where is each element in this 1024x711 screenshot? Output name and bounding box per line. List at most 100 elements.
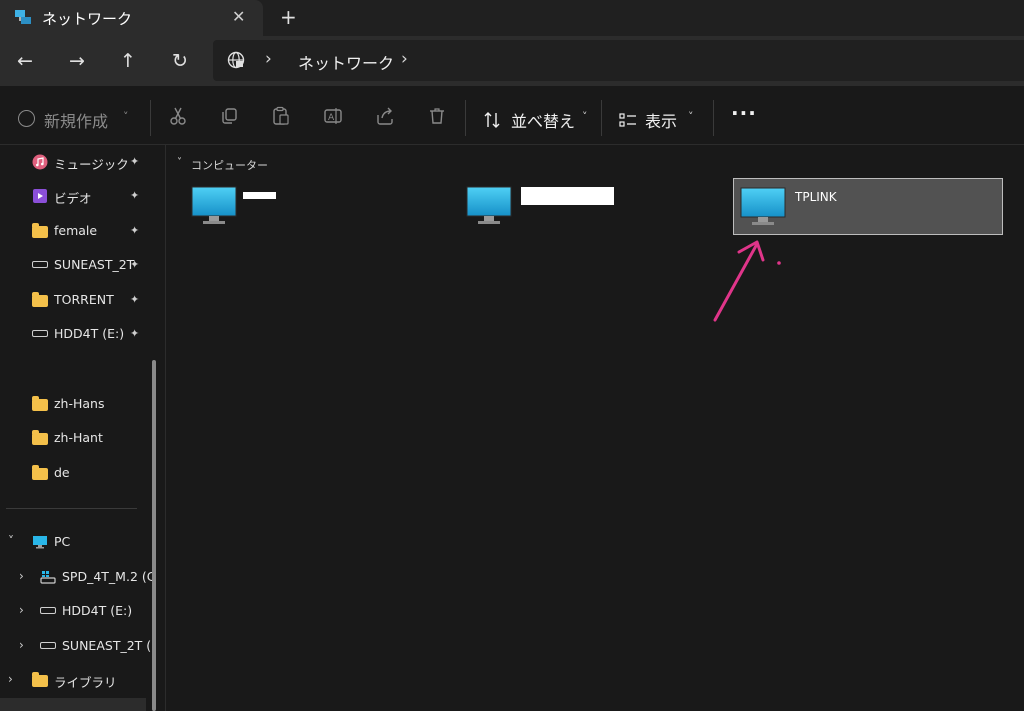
share-icon[interactable] — [375, 106, 395, 126]
sidebar-item-hdd4t-tree[interactable]: › HDD4T (E:) — [0, 596, 150, 626]
pin-icon: ✦ — [130, 224, 140, 237]
sidebar-item-label: ビデオ — [54, 191, 92, 206]
sidebar-item-torrent[interactable]: TORRENT ✦ — [0, 285, 150, 315]
sidebar-item-label: PC — [54, 534, 71, 549]
chevron-right-icon[interactable]: › — [19, 638, 24, 652]
divider — [6, 508, 137, 509]
globe-icon — [227, 51, 245, 69]
network-icon — [15, 10, 31, 24]
pin-icon: ✦ — [130, 293, 140, 306]
sidebar-item-label: SPD_4T_M.2 (C — [62, 569, 156, 584]
group-header-computers[interactable]: コンピューター — [191, 157, 268, 173]
sidebar-item-label: ミュージック — [54, 157, 129, 172]
sidebar-item-network-selected[interactable] — [0, 698, 146, 711]
command-bar: 新規作成 ˅ A 並べ替え ˅ 表示 ˅ ··· — [0, 86, 1024, 145]
sidebar-item-female[interactable]: female ✦ — [0, 216, 150, 246]
sidebar-item-label: zh-Hant — [54, 430, 103, 445]
divider — [601, 100, 602, 136]
network-computer-item[interactable] — [442, 178, 712, 235]
chevron-right-icon[interactable]: › — [19, 569, 24, 583]
folder-icon — [32, 430, 48, 445]
sidebar-item-de[interactable]: de — [0, 458, 150, 488]
sidebar-item-suneast[interactable]: SUNEAST_2T ✦ — [0, 250, 150, 280]
sidebar-item-label: TORRENT — [54, 292, 114, 307]
up-button[interactable]: ↑ — [115, 48, 141, 74]
svg-text:A: A — [328, 113, 335, 123]
music-icon — [32, 154, 48, 170]
drive-icon — [32, 261, 48, 268]
copy-icon[interactable] — [219, 106, 239, 126]
sidebar-item-label: female — [54, 223, 98, 238]
sidebar-item-label: zh-Hans — [54, 396, 105, 411]
title-bar: ネットワーク ✕ + — [0, 0, 1024, 36]
pin-icon: ✦ — [130, 327, 140, 340]
more-options-button[interactable]: ··· — [731, 101, 757, 125]
monitor-icon — [466, 186, 512, 224]
refresh-button[interactable]: ↻ — [167, 48, 193, 74]
delete-icon[interactable] — [427, 106, 447, 126]
navigation-pane: ミュージック ✦ ビデオ ✦ female ✦ SUNEAST_2T ✦ TOR… — [0, 145, 166, 711]
sidebar-item-library[interactable]: › ライブラリ — [0, 665, 150, 695]
drive-icon — [40, 607, 56, 614]
monitor-icon — [740, 187, 786, 225]
sidebar-item-label: de — [54, 465, 70, 480]
address-bar[interactable]: › ネットワーク › — [213, 40, 1024, 81]
breadcrumb-chevron-icon[interactable]: › — [401, 49, 408, 69]
navigation-bar: ← → ↑ ↻ › ネットワーク › — [0, 36, 1024, 86]
sidebar-item-hdd4t[interactable]: HDD4T (E:) ✦ — [0, 319, 150, 349]
sort-label: 並べ替え — [511, 112, 576, 131]
tab-network[interactable]: ネットワーク ✕ — [0, 0, 263, 36]
chevron-down-icon: ˅ — [123, 110, 129, 123]
sort-icon — [484, 112, 500, 128]
pin-icon: ✦ — [130, 155, 140, 168]
sidebar-item-zh-hant[interactable]: zh-Hant — [0, 423, 150, 453]
folder-icon — [32, 292, 48, 307]
system-drive-icon — [40, 571, 56, 584]
forward-button[interactable]: → — [64, 48, 90, 74]
list-view-icon — [619, 113, 636, 127]
sidebar-item-label: HDD4T (E:) — [62, 603, 133, 618]
rename-icon[interactable]: A — [323, 106, 343, 126]
network-computer-item-tplink[interactable]: TPLINK — [733, 178, 1003, 235]
sidebar-item-suneast-tree[interactable]: › SUNEAST_2T (I — [0, 631, 155, 661]
pin-icon: ✦ — [130, 258, 140, 271]
file-view: ˅ コンピューター TPLINK — [167, 145, 1024, 711]
sidebar-item-label: SUNEAST_2T (I — [62, 638, 155, 653]
breadcrumb-network[interactable]: ネットワーク — [298, 50, 394, 74]
paste-icon[interactable] — [271, 106, 291, 126]
sidebar-item-label: SUNEAST_2T — [54, 257, 135, 272]
sidebar-item-video[interactable]: ビデオ ✦ — [0, 181, 150, 211]
folder-icon — [32, 672, 48, 687]
sidebar-item-zh-hans[interactable]: zh-Hans — [0, 389, 150, 419]
drive-icon — [32, 330, 48, 337]
sidebar-item-music[interactable]: ミュージック ✦ — [0, 147, 150, 177]
back-button[interactable]: ← — [12, 48, 38, 74]
item-name: TPLINK — [795, 190, 837, 204]
chevron-down-icon[interactable]: ˅ — [177, 157, 182, 168]
chevron-down-icon[interactable]: ˅ — [8, 534, 14, 548]
divider — [713, 100, 714, 136]
folder-icon — [32, 223, 48, 238]
chevron-down-icon: ˅ — [582, 110, 588, 123]
folder-icon — [32, 465, 48, 480]
monitor-icon — [191, 186, 237, 224]
network-computer-item[interactable] — [167, 178, 437, 235]
tab-title: ネットワーク — [42, 10, 133, 28]
new-button-label: 新規作成 — [44, 112, 109, 131]
new-tab-button[interactable]: + — [280, 5, 297, 29]
divider — [150, 100, 151, 136]
folder-icon — [32, 396, 48, 411]
chevron-down-icon: ˅ — [688, 110, 694, 123]
sidebar-item-spd-4t[interactable]: › SPD_4T_M.2 (C — [0, 562, 155, 592]
chevron-right-icon[interactable]: › — [19, 603, 24, 617]
breadcrumb-chevron-icon[interactable]: › — [265, 49, 272, 69]
pc-icon — [33, 536, 47, 549]
sidebar-item-pc[interactable]: ˅ PC — [0, 527, 150, 557]
close-tab-icon[interactable]: ✕ — [232, 7, 245, 26]
chevron-right-icon[interactable]: › — [8, 672, 13, 686]
divider — [465, 100, 466, 136]
view-label: 表示 — [645, 112, 678, 131]
cut-icon[interactable] — [168, 106, 188, 126]
sidebar-scrollbar[interactable] — [152, 360, 156, 711]
drive-icon — [40, 642, 56, 649]
